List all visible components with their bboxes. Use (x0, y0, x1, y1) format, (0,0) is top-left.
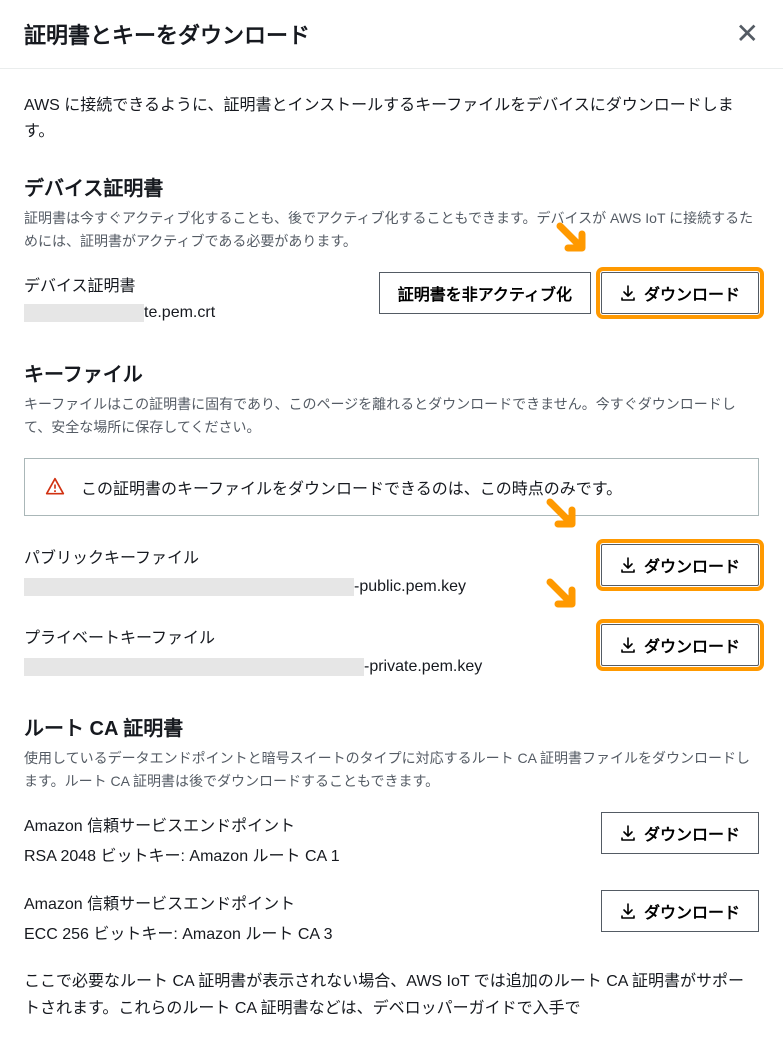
close-icon: ✕ (736, 18, 759, 49)
rootca1-info: Amazon 信頼サービスエンドポイント RSA 2048 ビットキー: Ama… (24, 812, 601, 866)
private-key-label: プライベートキーファイル (24, 624, 601, 648)
keyfiles-desc: キーファイルはこの証明書に固有であり、このページを離れるとダウンロードできません… (24, 393, 759, 438)
download-icon (620, 285, 636, 301)
redacted-text (24, 578, 354, 596)
device-cert-info: デバイス証明書 te.pem.crt (24, 272, 379, 322)
device-cert-desc: 証明書は今すぐアクティブ化することも、後でアクティブ化することもできます。デバイ… (24, 207, 759, 252)
keyfiles-alert: この証明書のキーファイルをダウンロードできるのは、この時点のみです。 (24, 458, 759, 516)
download-public-key-button[interactable]: ダウンロード (601, 544, 759, 586)
alert-text: この証明書のキーファイルをダウンロードできるのは、この時点のみです。 (81, 475, 622, 499)
keyfiles-title: キーファイル (24, 358, 759, 387)
public-key-label: パブリックキーファイル (24, 544, 601, 568)
download-cert-button[interactable]: ダウンロード (601, 272, 759, 314)
rootca1-label: Amazon 信頼サービスエンドポイント (24, 812, 601, 836)
intro-text: AWS に接続できるように、証明書とインストールするキーファイルをデバイスにダウ… (24, 93, 759, 144)
modal-content: AWS に接続できるように、証明書とインストールするキーファイルをデバイスにダウ… (0, 69, 783, 1047)
device-cert-row: デバイス証明書 te.pem.crt 証明書を非アクティブ化 ダウンロード (24, 272, 759, 322)
private-key-row: プライベートキーファイル -private.pem.key ダウンロード (24, 624, 759, 676)
device-cert-label: デバイス証明書 (24, 272, 379, 296)
public-key-filename: -public.pem.key (24, 578, 601, 596)
redacted-text (24, 658, 364, 676)
download-icon (620, 825, 636, 841)
rootca1-row: Amazon 信頼サービスエンドポイント RSA 2048 ビットキー: Ama… (24, 812, 759, 866)
rootca1-sub: RSA 2048 ビットキー: Amazon ルート CA 1 (24, 842, 601, 866)
download-icon (620, 903, 636, 919)
device-cert-buttons: 証明書を非アクティブ化 ダウンロード (379, 272, 759, 314)
download-icon (620, 637, 636, 653)
close-button[interactable]: ✕ (736, 20, 759, 48)
public-key-info: パブリックキーファイル -public.pem.key (24, 544, 601, 596)
device-cert-filename: te.pem.crt (24, 304, 379, 322)
redacted-text (24, 304, 144, 322)
rootca3-label: Amazon 信頼サービスエンドポイント (24, 890, 601, 914)
rootca-desc: 使用しているデータエンドポイントと暗号スイートのタイプに対応するルート CA 証… (24, 747, 759, 792)
warning-icon (45, 477, 65, 497)
deactivate-cert-button[interactable]: 証明書を非アクティブ化 (379, 272, 591, 314)
download-rootca3-button[interactable]: ダウンロード (601, 890, 759, 932)
modal-title: 証明書とキーをダウンロード (24, 18, 310, 50)
rootca3-info: Amazon 信頼サービスエンドポイント ECC 256 ビットキー: Amaz… (24, 890, 601, 944)
modal-header: 証明書とキーをダウンロード ✕ (0, 0, 783, 69)
device-cert-title: デバイス証明書 (24, 172, 759, 201)
private-key-filename: -private.pem.key (24, 658, 601, 676)
rootca3-row: Amazon 信頼サービスエンドポイント ECC 256 ビットキー: Amaz… (24, 890, 759, 944)
public-key-row: パブリックキーファイル -public.pem.key ダウンロード (24, 544, 759, 596)
rootca-footer: ここで必要なルート CA 証明書が表示されない場合、AWS IoT では追加のル… (24, 968, 759, 1022)
download-icon (620, 557, 636, 573)
private-key-info: プライベートキーファイル -private.pem.key (24, 624, 601, 676)
rootca-title: ルート CA 証明書 (24, 712, 759, 741)
download-rootca1-button[interactable]: ダウンロード (601, 812, 759, 854)
rootca3-sub: ECC 256 ビットキー: Amazon ルート CA 3 (24, 920, 601, 944)
download-private-key-button[interactable]: ダウンロード (601, 624, 759, 666)
